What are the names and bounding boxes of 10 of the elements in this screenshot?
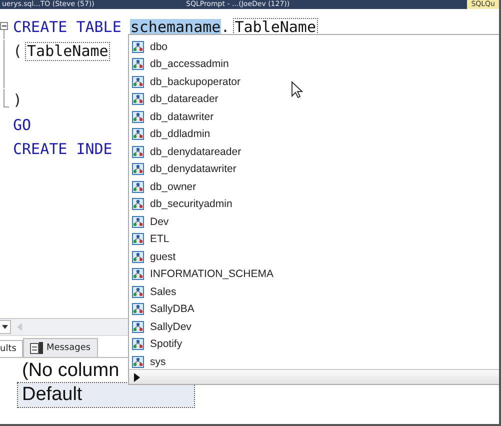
code-text: . xyxy=(220,18,230,36)
code-text: schemaname xyxy=(130,18,221,36)
code-text: TableName xyxy=(26,43,110,60)
code-text: CREATE INDE xyxy=(13,141,112,158)
code-text: ) xyxy=(13,92,22,110)
code-text: ( xyxy=(13,43,22,60)
code-text: CREATE TABLE xyxy=(13,18,122,36)
code-text: GO xyxy=(13,116,32,134)
column-header: (No column xyxy=(21,359,120,383)
code-text: TableName xyxy=(234,18,317,36)
